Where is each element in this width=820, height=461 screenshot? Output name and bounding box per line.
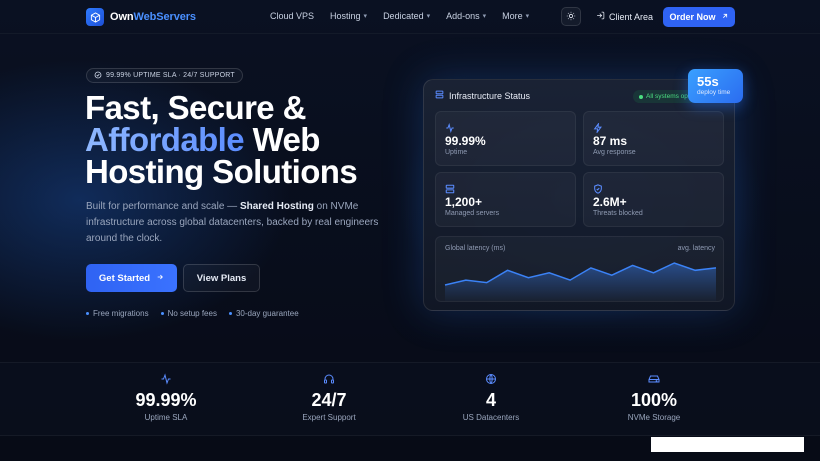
hero-headline: Fast, Secure & Affordable Web Hosting So… <box>85 89 358 190</box>
chevron-down-icon: ▾ <box>525 13 530 20</box>
nav-dedicated[interactable]: Dedicated ▾ <box>383 11 430 21</box>
view-plans-button[interactable]: View Plans <box>183 264 260 292</box>
sun-icon <box>566 11 576 23</box>
globe-icon <box>426 373 556 387</box>
stat-nvme-storage: 100% NVMe Storage <box>589 373 719 422</box>
headset-icon <box>264 373 394 387</box>
stat-tile-uptime: 99.99% Uptime <box>435 111 576 166</box>
stat-tile-response: 87 ms Avg response <box>583 111 724 166</box>
nav-more[interactable]: More ▾ <box>502 11 529 21</box>
stat-tile-threats: 2.6M+ Threats blocked <box>583 172 724 227</box>
cube-icon <box>86 8 104 26</box>
client-area-link[interactable]: Client Area <box>596 11 653 22</box>
server-icon <box>435 90 444 101</box>
arrow-right-icon <box>156 273 164 284</box>
arrow-up-right-icon <box>721 12 729 22</box>
perk-item: Free migrations <box>86 309 149 318</box>
hero-description: Built for performance and scale — Shared… <box>86 201 379 244</box>
infrastructure-status-card: Infrastructure Status All systems op 99.… <box>423 79 735 311</box>
perk-item: No setup fees <box>160 309 217 318</box>
nav-add-ons[interactable]: Add-ons ▾ <box>446 11 486 21</box>
stat-uptime-sla: 99.99% Uptime SLA <box>101 373 231 422</box>
stat-tile-servers: 1,200+ Managed servers <box>435 172 576 227</box>
headline-line-1: Fast, Secure & <box>85 89 306 126</box>
check-circle-icon <box>94 71 102 81</box>
stats-band: 99.99% Uptime SLA 24/7 Expert Support 4 … <box>0 362 820 436</box>
stat-us-datacenters: 4 US Datacenters <box>426 373 556 422</box>
perk-item: 30-day guarantee <box>228 309 299 318</box>
latency-chart: Global latency (ms) avg. latency <box>435 236 724 302</box>
nav-cloud-vps[interactable]: Cloud VPS <box>270 11 314 21</box>
zap-icon <box>593 120 603 135</box>
server-icon <box>445 181 455 194</box>
top-navbar: OwnWebServers Cloud VPS Hosting ▾ Dedicat… <box>0 0 820 34</box>
activity-icon <box>445 120 455 134</box>
activity-icon <box>101 373 231 387</box>
brand-logo[interactable]: OwnWebServers <box>86 8 196 26</box>
order-now-button[interactable]: Order Now <box>663 7 735 27</box>
chevron-down-icon: ▾ <box>482 13 487 20</box>
cookie-bar-fragment <box>651 437 804 452</box>
nav-links: Cloud VPS Hosting ▾ Dedicated ▾ Add-ons ▾ M… <box>270 11 545 21</box>
sla-badge: 99.99% UPTIME SLA · 24/7 SUPPORT <box>86 68 243 83</box>
get-started-button[interactable]: Get Started <box>86 264 177 292</box>
stat-expert-support: 24/7 Expert Support <box>264 373 394 422</box>
headline-line-2: Affordable Web <box>85 121 320 158</box>
headline-line-3: Hosting Solutions <box>85 153 358 190</box>
deploy-time-badge: 55s deploy time <box>688 69 743 103</box>
login-icon <box>596 11 605 22</box>
latency-sparkline <box>444 262 717 301</box>
theme-toggle-button[interactable] <box>561 7 581 26</box>
drive-icon <box>589 373 719 387</box>
nav-hosting[interactable]: Hosting ▾ <box>330 11 367 21</box>
brand-name: OwnWebServers <box>110 11 196 23</box>
perks-list: Free migrations No setup fees 30-day gua… <box>86 309 299 318</box>
chevron-down-icon: ▾ <box>363 13 368 20</box>
chevron-down-icon: ▾ <box>426 13 431 20</box>
shield-icon <box>593 181 603 194</box>
status-card-header: Infrastructure Status <box>435 90 530 101</box>
